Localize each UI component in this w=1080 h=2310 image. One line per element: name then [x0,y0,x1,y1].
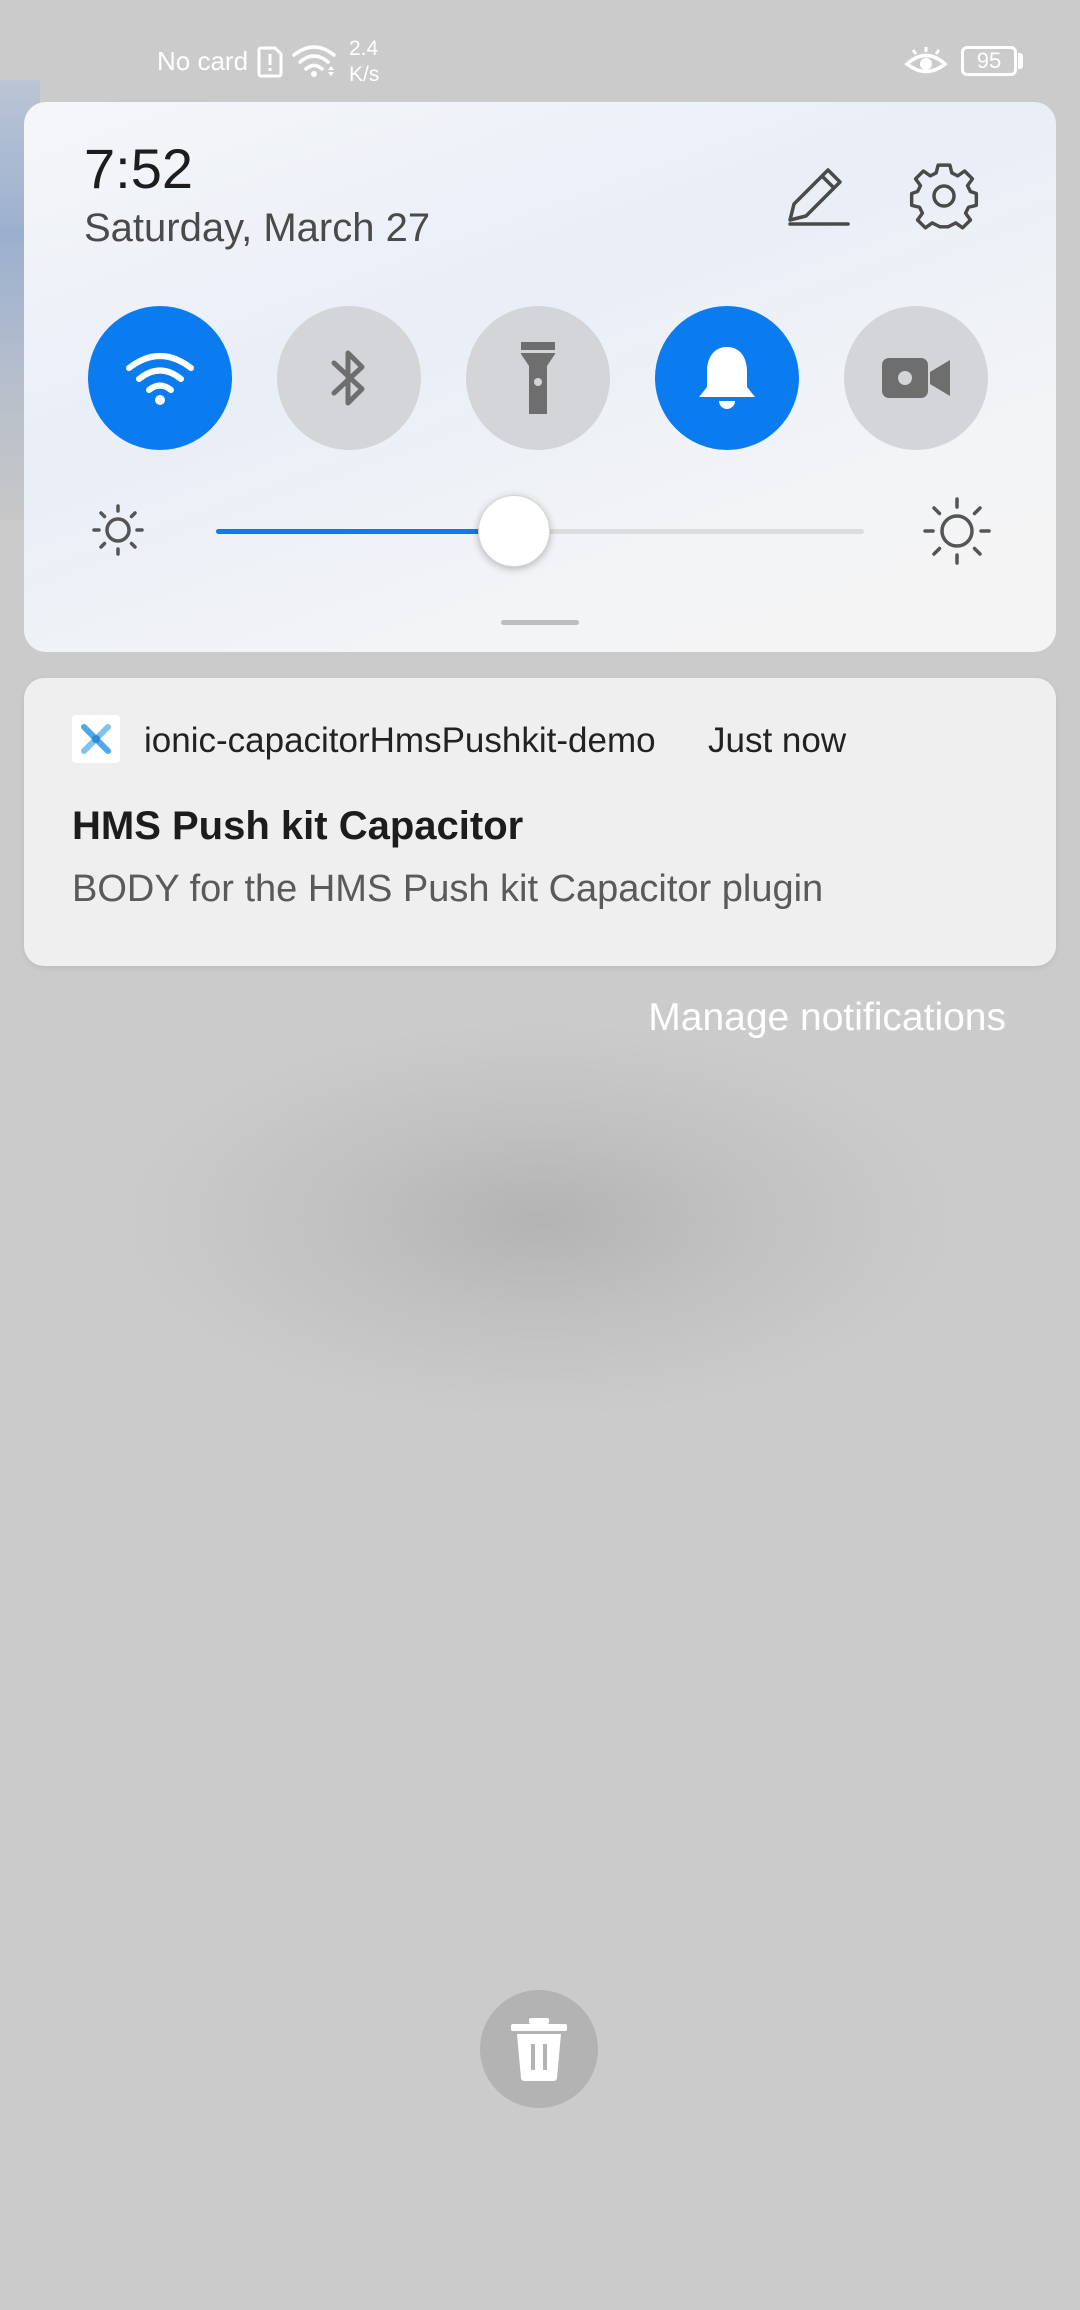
sim-alert-icon [257,46,283,78]
notification-time: Just now [708,721,847,760]
flashlight-icon [521,342,555,414]
notification-app-name: ionic-capacitorHmsPushkit-demo [144,721,656,760]
brightness-slider-thumb[interactable] [478,495,551,567]
tile-bluetooth[interactable] [277,306,421,450]
brightness-slider-fill [216,529,515,534]
battery-level: 95 [976,48,1002,73]
tile-sound[interactable] [655,306,799,450]
network-speed-unit: K/s [349,63,380,86]
clock-time: 7:52 [84,137,193,200]
trash-icon [511,2018,567,2081]
notification-title: HMS Push kit Capacitor [72,804,524,848]
video-camera-icon [882,358,950,398]
clock-date: Saturday, March 27 [84,206,431,250]
app-icon [72,715,120,763]
wifi-icon [292,45,336,77]
panel-drag-handle[interactable] [501,620,579,625]
battery-icon: 95 [961,46,1017,76]
network-speed-value: 2.4 [349,37,379,60]
bluetooth-icon [331,350,365,406]
tile-wifi[interactable] [88,306,232,450]
wifi-icon [126,353,194,405]
edit-icon[interactable] [782,160,852,230]
carrier-label: No card [157,46,249,76]
brightness-slider[interactable] [216,495,864,567]
battery-nub [1018,53,1023,69]
tile-screen-record[interactable] [844,306,988,450]
settings-icon[interactable] [908,160,980,232]
notification-body: BODY for the HMS Push kit Capacitor plug… [72,868,824,910]
brightness-low-icon [92,504,144,556]
brightness-high-icon [923,497,991,565]
eye-comfort-icon [904,47,948,74]
quick-settings-panel: 7:52 Saturday, March 27 [24,102,1056,652]
notification-card[interactable]: ionic-capacitorHmsPushkit-demo Just now … [24,678,1056,966]
manage-notifications-link[interactable]: Manage notifications [648,996,1006,1040]
status-bar: No card 2.4 K/s 95 [0,0,1080,100]
network-speed: 2.4 K/s [349,36,379,88]
bell-icon [699,347,755,409]
clear-all-button[interactable] [480,1990,598,2108]
tile-flashlight[interactable] [466,306,610,450]
wallpaper-blur [120,1020,960,1420]
